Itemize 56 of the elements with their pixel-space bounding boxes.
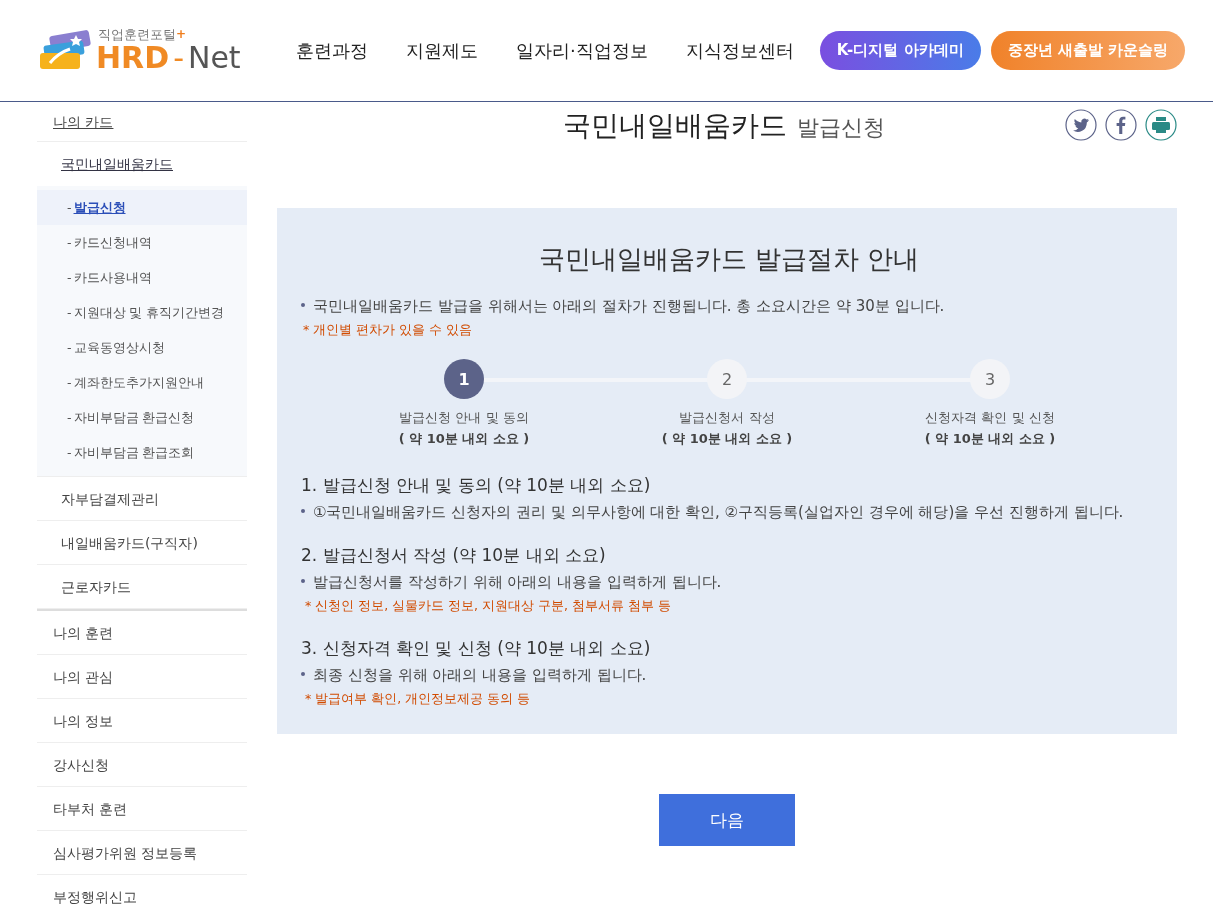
sidebar-leaf-link[interactable]: - 카드사용내역	[37, 260, 247, 295]
intro-note: * 개인별 편차가 있을 수 있음	[303, 322, 474, 339]
section-note: * 발급여부 확인, 개인정보제공 동의 등	[305, 691, 532, 708]
sidebar-item[interactable]: 심사평가위원 정보등록	[37, 831, 247, 875]
sidebar-leaf-link[interactable]: - 계좌한도추가지원안내	[37, 365, 247, 400]
sidebar-item[interactable]: 나의 관심	[37, 655, 247, 699]
logo-wordmark[interactable]: HRD-Net	[96, 43, 241, 73]
sidebar-item[interactable]: 나의 훈련	[37, 611, 247, 655]
nav-link[interactable]: 훈련과정	[296, 38, 368, 63]
sidebar-leaf-link[interactable]: - 지원대상 및 휴직기간변경	[37, 295, 247, 330]
nav-link[interactable]: 일자리·직업정보	[516, 38, 648, 63]
step-duration: ( 약 10분 내외 소요 )	[398, 430, 530, 448]
bullet-dot-icon	[301, 509, 305, 513]
step-label: 발급신청서 작성	[679, 409, 775, 427]
sidebar-subitem[interactable]: 국민내일배움카드	[37, 142, 247, 186]
bullet-dot-icon	[301, 672, 305, 676]
step-label: 신청자격 확인 및 신청	[925, 409, 1055, 427]
facebook-f-icon[interactable]	[1105, 109, 1137, 141]
sidebar-leaf-link[interactable]: - 자비부담금 환급신청	[37, 400, 247, 435]
step-label: 발급신청 안내 및 동의	[399, 409, 529, 427]
sidebar-subitem[interactable]: 자부담결제관리	[37, 477, 247, 521]
step-number: 1	[444, 359, 484, 399]
step-number: 3	[970, 359, 1010, 399]
sidebar-item[interactable]: 나의 카드	[37, 102, 247, 142]
section-note: * 신청인 정보, 실물카드 정보, 지원대상 구분, 첨부서류 첨부 등	[305, 598, 672, 615]
section-title: 1. 발급신청 안내 및 동의 (약 10분 내외 소요)	[301, 474, 652, 497]
step-duration: ( 약 10분 내외 소요 )	[661, 430, 793, 448]
promo-button[interactable]: K-디지털 아카데미	[819, 31, 981, 70]
section-title: 3. 신청자격 확인 및 신청 (약 10분 내외 소요)	[301, 637, 652, 660]
sidebar-item[interactable]: 타부처 훈련	[37, 787, 247, 831]
twitter-bird-icon[interactable]	[1065, 109, 1097, 141]
section-text: 발급신청서를 작성하기 위해 아래의 내용을 입력하게 됩니다.	[313, 573, 722, 592]
sidebar-item[interactable]: 부정행위신고	[37, 875, 247, 917]
step-number: 2	[707, 359, 747, 399]
sidebar-item[interactable]: 강사신청	[37, 743, 247, 787]
sidebar-item[interactable]: 나의 정보	[37, 699, 247, 743]
sidebar-leaf-link[interactable]: - 자비부담금 환급조회	[37, 435, 247, 470]
logo-tagline: 직업훈련포털+	[98, 28, 188, 41]
step-duration: ( 약 10분 내외 소요 )	[924, 430, 1056, 448]
next-button[interactable]: 다음	[659, 794, 795, 846]
section-text: ①국민내일배움카드 신청자의 권리 및 의무사항에 대한 확인, ②구직등록(실업자인 경우에 해당)을 우선 진행하게 됩니다.	[313, 503, 1124, 522]
sidebar-leaf-link[interactable]: - 카드신청내역	[37, 225, 247, 260]
print-icon[interactable]	[1145, 109, 1177, 141]
sidebar-leaf-link[interactable]: - 발급신청	[37, 190, 247, 225]
sidebar-leaf-link[interactable]: - 교육동영상시청	[37, 330, 247, 365]
sidebar-subitem[interactable]: 내일배움카드(구직자)	[37, 521, 247, 565]
section-title: 2. 발급신청서 작성 (약 10분 내외 소요)	[301, 544, 607, 567]
bullet-dot-icon	[301, 579, 305, 583]
guide-heading: 국민내일배움카드 발급절차 안내	[537, 243, 921, 276]
nav-link[interactable]: 지식정보센터	[685, 38, 794, 63]
intro-text: 국민내일배움카드 발급을 위해서는 아래의 절차가 진행됩니다. 총 소요시간은 약 30분 입니다.	[313, 297, 945, 316]
section-text: 최종 신청을 위해 아래의 내용을 입력하게 됩니다.	[313, 666, 647, 685]
sidebar-subitem[interactable]: 근로자카드	[37, 565, 247, 609]
bullet-dot-icon	[301, 303, 305, 307]
nav-link[interactable]: 지원제도	[406, 38, 478, 63]
page-title: 국민내일배움카드 발급신청	[563, 108, 886, 144]
